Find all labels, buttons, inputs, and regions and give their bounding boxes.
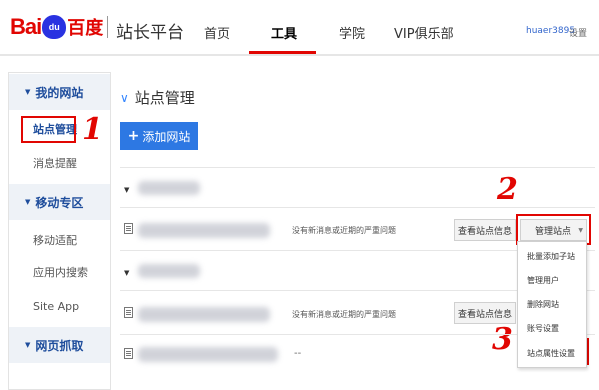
annotation-number-3: 3 bbox=[492, 322, 513, 357]
chevron-down-icon: ∨ bbox=[120, 90, 129, 105]
row-status-message: -- bbox=[294, 348, 302, 359]
triangle-down-icon[interactable]: ▼ bbox=[124, 186, 129, 194]
logo-text-du: 百度 bbox=[67, 18, 104, 39]
manage-site-button[interactable]: 管理站点 ▼ bbox=[520, 219, 587, 241]
annotation-number-2: 2 bbox=[497, 172, 518, 207]
menu-item-manage-users[interactable]: 管理用户 bbox=[518, 268, 586, 292]
plus-icon: + bbox=[127, 128, 140, 144]
settings-link[interactable]: 设置 bbox=[569, 26, 587, 39]
username-link[interactable]: huaer3895 bbox=[526, 26, 575, 36]
sidebar-item-label: Site App bbox=[33, 299, 80, 313]
blurred-site-url[interactable] bbox=[138, 307, 270, 322]
button-label: 查看站点信息 bbox=[457, 309, 512, 320]
document-icon bbox=[124, 348, 133, 359]
logo-divider bbox=[107, 16, 108, 38]
site-title: 站长平台 bbox=[116, 23, 184, 43]
view-site-info-button[interactable]: 查看站点信息 bbox=[454, 219, 516, 241]
sidebar-item-label: 移动适配 bbox=[33, 234, 77, 247]
sidebar-group-label: 网页抓取 bbox=[35, 338, 84, 353]
divider bbox=[120, 207, 595, 208]
document-icon bbox=[124, 307, 133, 318]
sidebar-group-my-sites[interactable]: ▼ 我的网站 bbox=[9, 74, 110, 110]
sidebar-group-label: 我的网站 bbox=[35, 85, 84, 100]
triangle-down-icon[interactable]: ▼ bbox=[124, 269, 129, 277]
button-label: 管理站点 bbox=[535, 226, 572, 237]
sidebar-group-label: 移动专区 bbox=[35, 195, 84, 210]
sidebar-item-label: 消息提醒 bbox=[33, 157, 77, 170]
active-nav-underline bbox=[249, 51, 316, 54]
view-site-info-button[interactable]: 查看站点信息 bbox=[454, 302, 516, 324]
manage-site-dropdown: 批量添加子站 管理用户 删除网站 账号设置 站点属性设置 bbox=[517, 241, 587, 368]
nav-tools[interactable]: 工具 bbox=[271, 23, 297, 42]
row-status-message: 没有新消息或近期的严重问题 bbox=[292, 310, 396, 319]
blurred-site-group-name bbox=[138, 181, 200, 195]
row-status-message: 没有新消息或近期的严重问题 bbox=[292, 226, 396, 235]
blurred-site-url[interactable] bbox=[138, 223, 270, 238]
sidebar-item-mobile-adapt[interactable]: 移动适配 bbox=[9, 225, 110, 255]
annotation-number-1: 1 bbox=[82, 112, 103, 147]
sidebar-item-in-app-search[interactable]: 应用内搜索 bbox=[9, 257, 110, 287]
button-label: 查看站点信息 bbox=[457, 226, 512, 237]
nav-vip-club[interactable]: VIP俱乐部 bbox=[394, 23, 454, 42]
menu-item-site-property-settings[interactable]: 站点属性设置 bbox=[518, 341, 586, 365]
sidebar-item-messages[interactable]: 消息提醒 bbox=[9, 148, 110, 178]
page-title-text: 站点管理 bbox=[134, 89, 195, 107]
divider bbox=[120, 167, 595, 168]
sidebar-item-site-app[interactable]: Site App bbox=[9, 291, 110, 321]
sidebar-group-mobile[interactable]: ▼ 移动专区 bbox=[9, 184, 110, 220]
menu-item-account-settings[interactable]: 账号设置 bbox=[518, 316, 586, 340]
annotation-box-1 bbox=[21, 116, 76, 143]
triangle-down-icon: ▼ bbox=[25, 198, 31, 206]
sidebar-item-label: 应用内搜索 bbox=[33, 266, 88, 279]
nav-academy[interactable]: 学院 bbox=[339, 23, 365, 42]
logo-text-bai: Bai bbox=[10, 14, 42, 39]
triangle-down-icon: ▼ bbox=[25, 88, 31, 96]
paw-icon: du bbox=[42, 15, 67, 39]
sidebar-group-crawl[interactable]: ▼ 网页抓取 bbox=[9, 327, 110, 363]
nav-home[interactable]: 首页 bbox=[204, 23, 230, 42]
baidu-logo[interactable]: Bai du 百度 bbox=[10, 12, 103, 42]
menu-item-batch-add-subsite[interactable]: 批量添加子站 bbox=[518, 244, 586, 268]
add-site-label: 添加网站 bbox=[142, 129, 191, 144]
blurred-site-group-name bbox=[138, 264, 200, 278]
add-site-button[interactable]: + 添加网站 bbox=[120, 122, 198, 150]
menu-item-delete-site[interactable]: 删除网站 bbox=[518, 292, 586, 316]
blurred-site-url[interactable] bbox=[138, 347, 278, 362]
top-header: Bai du 百度 站长平台 首页 工具 学院 VIP俱乐部 huaer3895… bbox=[0, 0, 599, 56]
page-title: ∨ 站点管理 bbox=[120, 87, 195, 108]
document-icon bbox=[124, 223, 133, 234]
triangle-down-icon: ▼ bbox=[25, 341, 31, 349]
caret-down-icon: ▼ bbox=[578, 226, 583, 234]
